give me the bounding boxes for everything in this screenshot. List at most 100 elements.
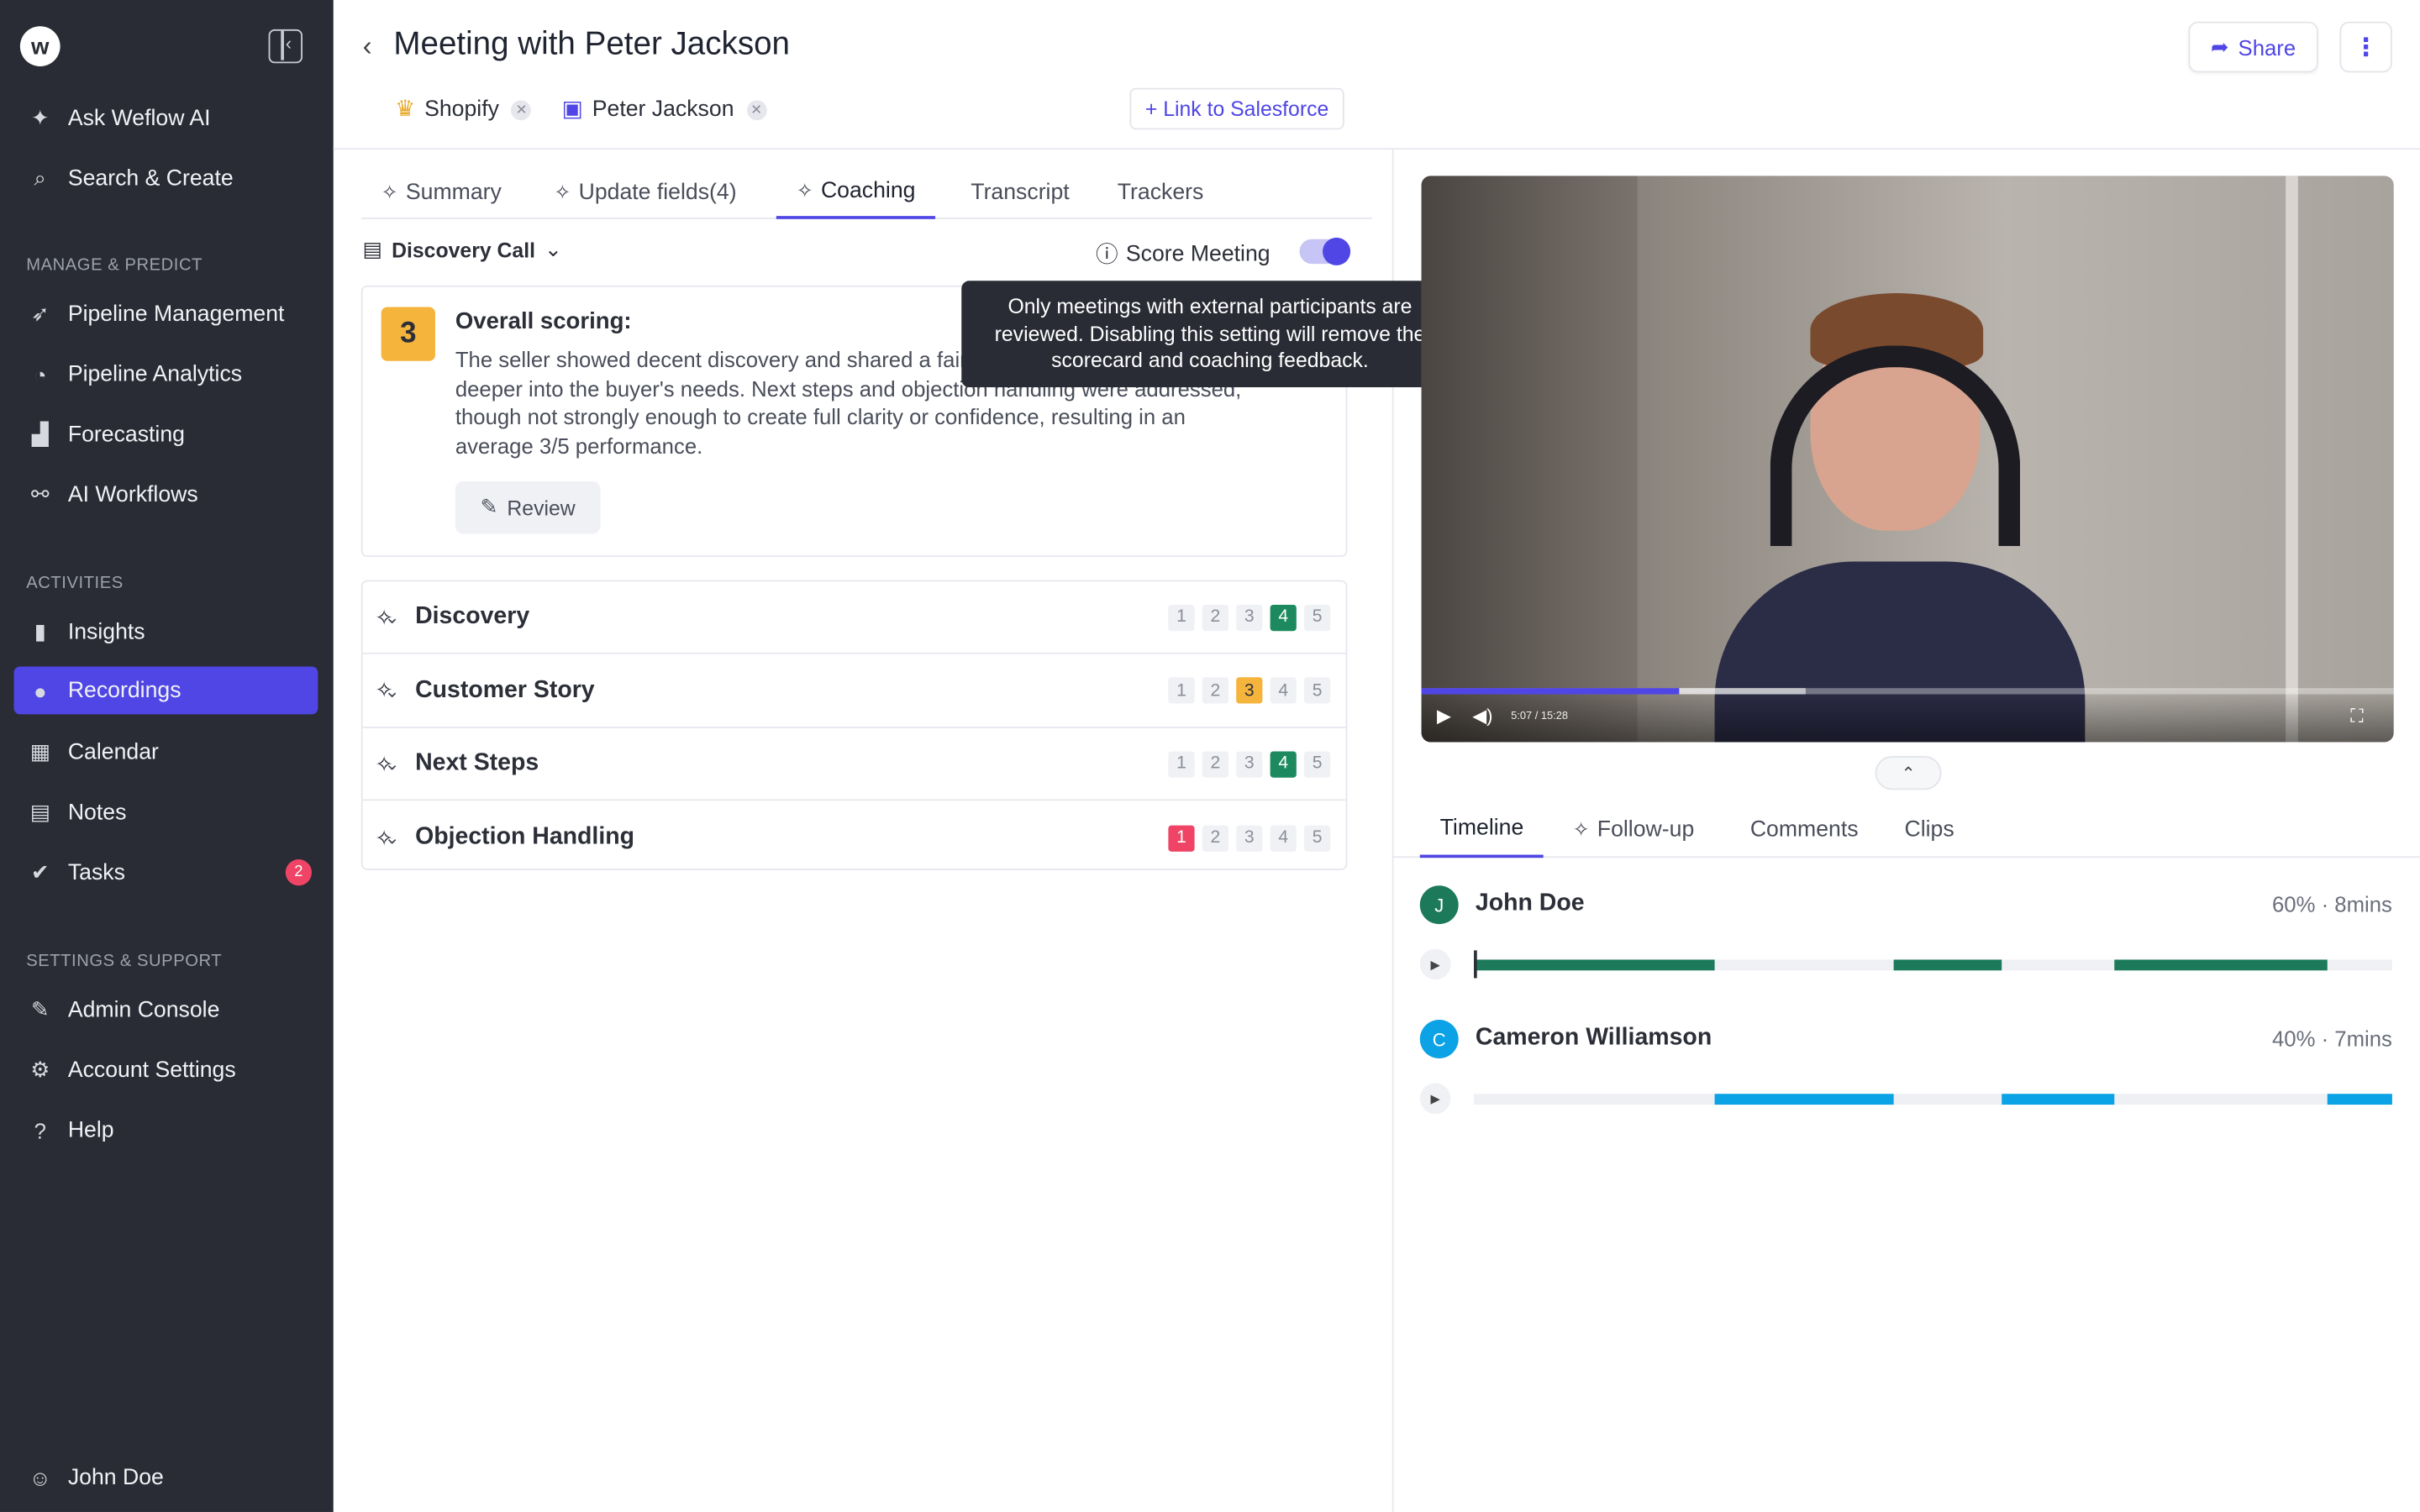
playhead[interactable] [1474,950,1477,979]
tab-comments[interactable]: Comments [1730,802,1879,858]
talk-segment[interactable] [1715,1094,1894,1105]
sidebar-item-label: Search & Create [67,165,234,191]
sidebar-item-search-create[interactable]: ⌕ Search & Create [14,155,318,202]
company-chip[interactable]: ♛ Shopify ✕ [395,90,532,130]
talk-segment[interactable] [2114,959,2328,971]
score-option[interactable]: 4 [1270,750,1297,777]
timeline-tabs: Timeline ✧ Follow-up Comments Clips [1393,802,2420,858]
score-option[interactable]: 3 [1236,604,1263,631]
tab-coaching[interactable]: ✧ Coaching [776,166,936,219]
gear-icon: ⚙ [30,1057,50,1082]
sidebar-item-tasks[interactable]: ✔ Tasks 2 [14,848,318,896]
sidebar-item-label: Account Settings [67,1058,236,1083]
remove-company-icon[interactable]: ✕ [511,99,532,120]
collapse-sidebar-icon[interactable]: ‹ [268,29,302,64]
sidebar-item-recordings[interactable]: ● Recordings [13,666,318,715]
sparkle-icon: ✧ [796,179,813,202]
chevron-down-icon[interactable]: ⌄ [384,827,399,848]
sidebar-item-pipeline-management[interactable]: ➶ Pipeline Management [14,290,318,338]
remove-contact-icon[interactable]: ✕ [746,99,767,120]
sidebar-item-forecasting[interactable]: ▟ Forecasting [14,411,318,459]
score-option[interactable]: 4 [1270,824,1297,851]
criteria-row[interactable]: ⌄ Customer Story ✧ 1 2 3 4 5 [362,655,1346,728]
weflow-logo[interactable]: w [19,26,60,66]
talk-track[interactable] [1474,959,2392,971]
score-option[interactable]: 2 [1202,677,1229,704]
chevron-down-icon[interactable]: ⌄ [384,606,399,628]
chevron-down-icon[interactable]: ⌄ [384,753,399,774]
score-meeting-toggle[interactable] [1299,237,1351,265]
score-option[interactable]: 1 [1168,824,1195,851]
tab-clips[interactable]: Clips [1885,802,1975,858]
score-option[interactable]: 2 [1202,604,1229,631]
more-options-icon[interactable]: ⋮ [2339,21,2392,73]
sidebar-item-admin-console[interactable]: ✎ Admin Console [14,986,318,1034]
video-player[interactable]: ▶ ◀) 5:07 / 15:28 ⛶ [1421,176,2394,743]
back-arrow-icon[interactable]: ‹ [363,31,372,64]
play-icon[interactable]: ▶ [1419,948,1451,980]
score-option[interactable]: 5 [1304,604,1331,631]
chevron-up-icon[interactable]: ⌃ [1875,755,1942,790]
criteria-row[interactable]: ⌄ Discovery ✧ 1 2 3 4 5 [362,581,1346,654]
sidebar-user-profile[interactable]: ☺ John Doe [14,1453,318,1501]
review-button[interactable]: ✎ Review [455,481,601,534]
score-option[interactable]: 3 [1236,824,1263,851]
play-icon[interactable]: ▶ [1419,1083,1451,1115]
tab-update-fields[interactable]: ✧ Update fields(4) [534,166,756,218]
talk-track[interactable] [1474,1094,2392,1105]
score-option[interactable]: 5 [1304,750,1331,777]
score-option[interactable]: 3 [1236,750,1263,777]
tab-trackers[interactable]: Trackers [1097,166,1223,218]
play-icon[interactable]: ▶ [1437,705,1451,727]
sidebar-item-calendar[interactable]: ▦ Calendar [14,728,318,776]
score-selector: 12345 [1168,604,1331,631]
link-to-salesforce-button[interactable]: + Link to Salesforce [1129,87,1344,130]
sidebar-item-pipeline-analytics[interactable]: ◔ Pipeline Analytics [14,350,318,398]
talk-segment[interactable] [1474,959,1716,971]
score-option[interactable]: 4 [1270,677,1297,704]
score-option[interactable]: 5 [1304,824,1331,851]
talk-segment[interactable] [1893,959,2002,971]
score-option[interactable]: 1 [1168,677,1195,704]
talk-segment[interactable] [2001,1094,2115,1105]
speaker-name: John Doe [1475,890,1585,916]
tab-transcript[interactable]: Transcript [950,166,1089,218]
score-option[interactable]: 4 [1270,604,1297,631]
tab-label: Comments [1749,817,1859,843]
tab-summary[interactable]: ✧ Summary [361,166,522,218]
tab-label: Transcript [971,180,1070,206]
info-icon[interactable]: ⓘ [1096,238,1118,270]
score-option[interactable]: 1 [1168,750,1195,777]
score-option[interactable]: 3 [1236,677,1263,704]
sidebar-item-notes[interactable]: ▤ Notes [14,789,318,837]
sidebar: w ‹ ✦ Ask Weflow AI ⌕ Search & Create Ma… [0,0,334,1512]
score-selector: 12345 [1168,750,1331,777]
tab-timeline[interactable]: Timeline [1419,802,1544,858]
fullscreen-icon[interactable]: ⛶ [2350,705,2363,728]
score-meeting-label: Score Meeting [1125,241,1270,266]
sidebar-item-account-settings[interactable]: ⚙ Account Settings [14,1046,318,1094]
volume-icon[interactable]: ◀) [1472,705,1492,727]
notes-icon: ▤ [29,799,50,824]
scorecard-template-select[interactable]: ▤ Discovery Call ⌄ [363,238,562,262]
talk-segment[interactable] [2328,1094,2392,1105]
video-progress-bar[interactable] [1421,688,2394,695]
score-option[interactable]: 1 [1168,604,1195,631]
score-option[interactable]: 5 [1304,677,1331,704]
sidebar-item-ai-workflows[interactable]: ⚯ AI Workflows [14,470,318,518]
score-option[interactable]: 2 [1202,750,1229,777]
contact-chip[interactable]: ▣ Peter Jackson ✕ [562,90,767,130]
overall-scoring-title: Overall scoring: [455,308,632,335]
criteria-row[interactable]: ⌄ Objection Handling ✧ 1 2 3 4 5 [363,801,1346,874]
sidebar-item-insights[interactable]: ▮ Insights [14,608,318,656]
tab-label: Summary [405,180,502,206]
score-option[interactable]: 2 [1202,824,1229,851]
tab-follow-up[interactable]: ✧ Follow-up [1553,802,1714,858]
sidebar-item-ask-weflow-ai[interactable]: ✦ Ask Weflow AI [14,94,318,142]
criteria-row[interactable]: ⌄ Next Steps ✧ 1 2 3 4 5 [362,728,1346,801]
chevron-down-icon[interactable]: ⌄ [384,680,399,701]
sidebar-item-help[interactable]: ? Help [14,1106,318,1154]
sidebar-item-label: Insights [67,619,145,644]
page-header: ‹ Meeting with Peter Jackson ♛ Shopify ✕… [333,0,2420,150]
share-button[interactable]: ➦ Share [2188,21,2318,73]
